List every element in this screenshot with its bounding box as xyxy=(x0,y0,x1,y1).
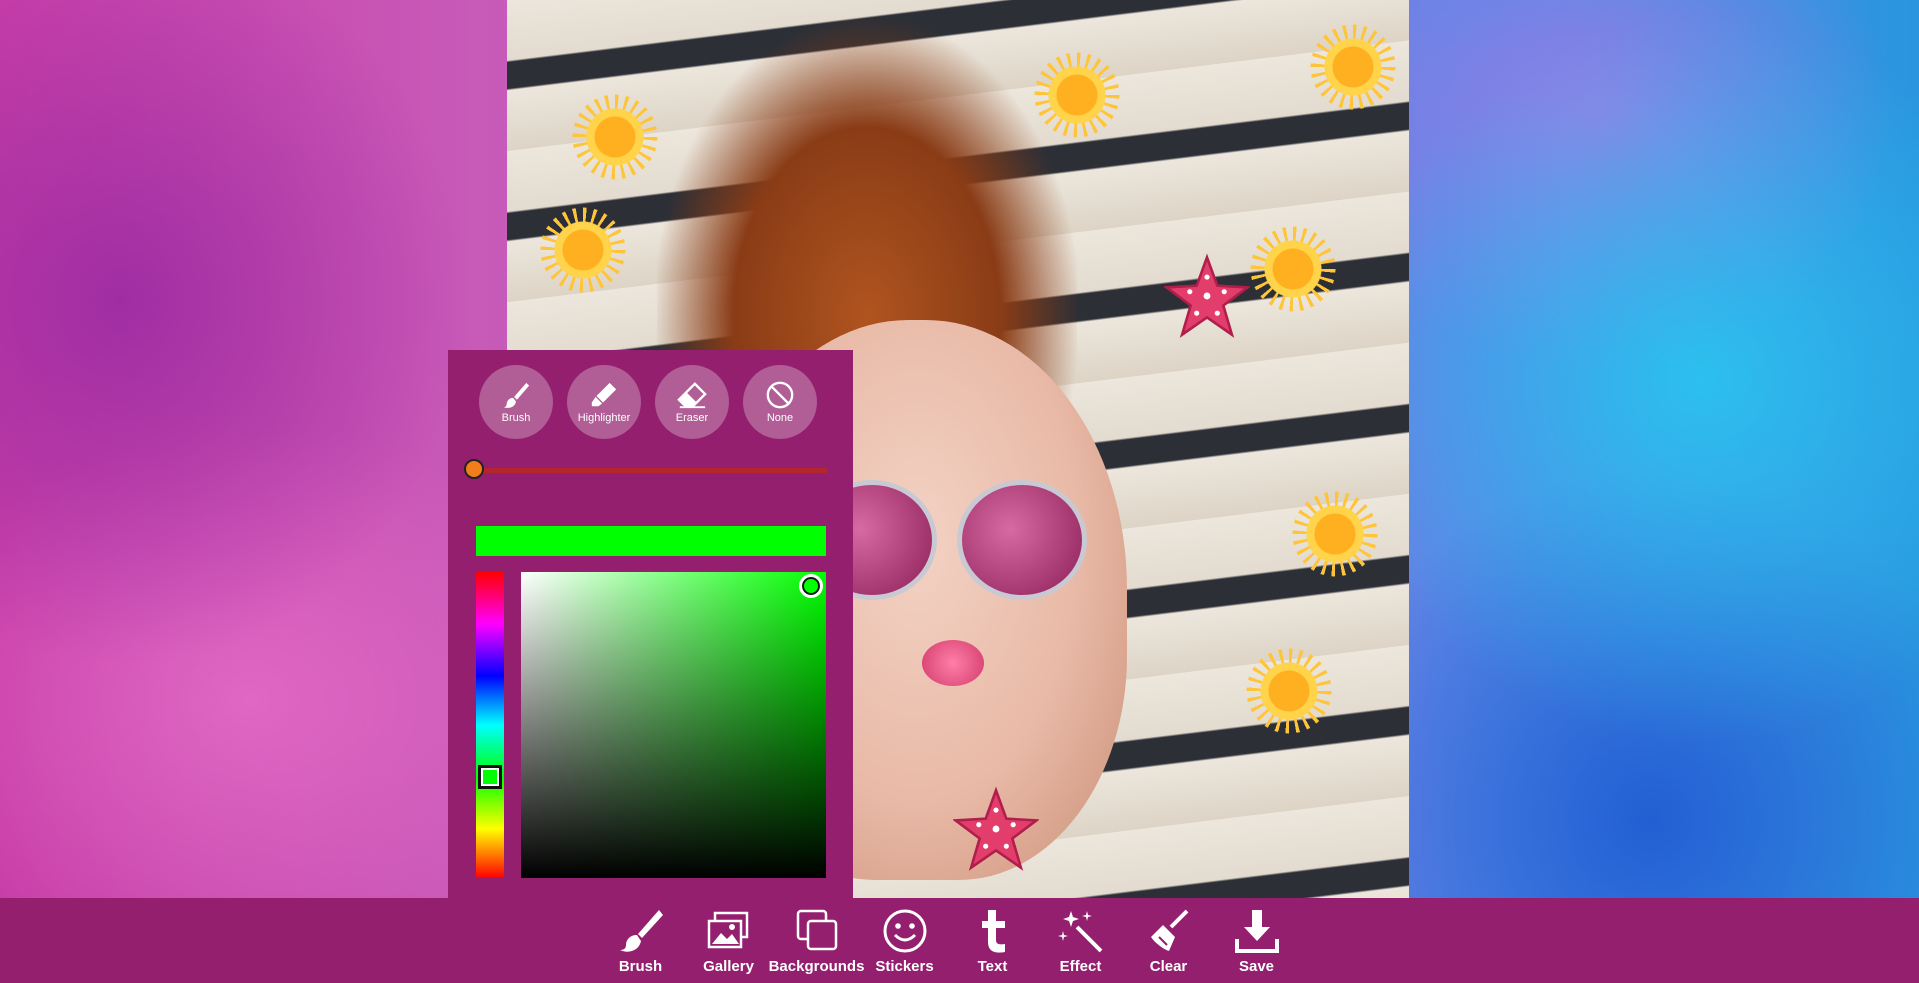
toolbar-backgrounds-label: Backgrounds xyxy=(768,958,865,975)
hue-slider[interactable] xyxy=(476,572,504,878)
toolbar-stickers-label: Stickers xyxy=(875,958,934,975)
photo-lips xyxy=(922,640,984,686)
hue-slider-handle[interactable] xyxy=(478,765,502,789)
toolbar-brush-label: Brush xyxy=(618,958,663,975)
none-icon xyxy=(765,380,795,410)
brush-icon xyxy=(616,906,666,956)
none-tool-label: None xyxy=(766,412,794,424)
drawing-panel: Brush Highlighter Eraser None xyxy=(448,350,853,898)
brush-tool-label: Brush xyxy=(501,412,531,424)
toolbar-save-label: Save xyxy=(1238,958,1275,975)
highlighter-tool-button[interactable]: Highlighter xyxy=(567,365,641,439)
stickers-icon xyxy=(880,906,930,956)
clear-icon xyxy=(1144,906,1194,956)
toolbar-effect-label: Effect xyxy=(1059,958,1102,975)
photo-glasses-right xyxy=(957,480,1087,600)
toolbar-backgrounds-button[interactable]: Backgrounds xyxy=(769,898,864,983)
starfish-icon xyxy=(951,786,1041,871)
toolbar-gallery-label: Gallery xyxy=(703,958,754,975)
pen-type-row: Brush Highlighter Eraser None xyxy=(479,365,817,439)
none-tool-button[interactable]: None xyxy=(743,365,817,439)
highlighter-icon xyxy=(589,380,619,410)
bottom-toolbar: Brush Gallery Backgrounds Stickers Text xyxy=(0,898,1919,983)
starfish-sticker[interactable] xyxy=(951,786,1041,872)
starfish-icon xyxy=(1162,253,1252,338)
brush-icon xyxy=(501,380,531,410)
sun-sticker[interactable] xyxy=(1310,24,1396,110)
brush-size-slider-track[interactable] xyxy=(474,468,828,473)
text-icon xyxy=(968,906,1018,956)
toolbar-save-button[interactable]: Save xyxy=(1213,898,1301,983)
starfish-sticker[interactable] xyxy=(1162,253,1252,339)
toolbar-gallery-button[interactable]: Gallery xyxy=(685,898,773,983)
sun-sticker[interactable] xyxy=(572,94,658,180)
brush-tool-button[interactable]: Brush xyxy=(479,365,553,439)
color-picker-handle[interactable] xyxy=(799,574,823,598)
save-icon xyxy=(1232,906,1282,956)
eraser-icon xyxy=(677,380,707,410)
sun-sticker[interactable] xyxy=(540,207,626,293)
gallery-icon xyxy=(704,906,754,956)
toolbar-stickers-button[interactable]: Stickers xyxy=(861,898,949,983)
effect-icon xyxy=(1056,906,1106,956)
highlighter-tool-label: Highlighter xyxy=(577,412,631,424)
sun-sticker[interactable] xyxy=(1250,226,1336,312)
sun-sticker[interactable] xyxy=(1292,491,1378,577)
toolbar-effect-button[interactable]: Effect xyxy=(1037,898,1125,983)
brush-size-slider-thumb[interactable] xyxy=(464,459,484,479)
toolbar-clear-label: Clear xyxy=(1149,958,1188,975)
backgrounds-icon xyxy=(792,906,842,956)
sun-sticker[interactable] xyxy=(1246,648,1332,734)
eraser-tool-button[interactable]: Eraser xyxy=(655,365,729,439)
toolbar-clear-button[interactable]: Clear xyxy=(1125,898,1213,983)
sun-sticker[interactable] xyxy=(1034,52,1120,138)
eraser-tool-label: Eraser xyxy=(675,412,709,424)
selected-color-preview xyxy=(476,526,826,556)
toolbar-text-button[interactable]: Text xyxy=(949,898,1037,983)
toolbar-brush-button[interactable]: Brush xyxy=(597,898,685,983)
saturation-value-picker[interactable] xyxy=(521,572,826,878)
toolbar-text-label: Text xyxy=(977,958,1008,975)
